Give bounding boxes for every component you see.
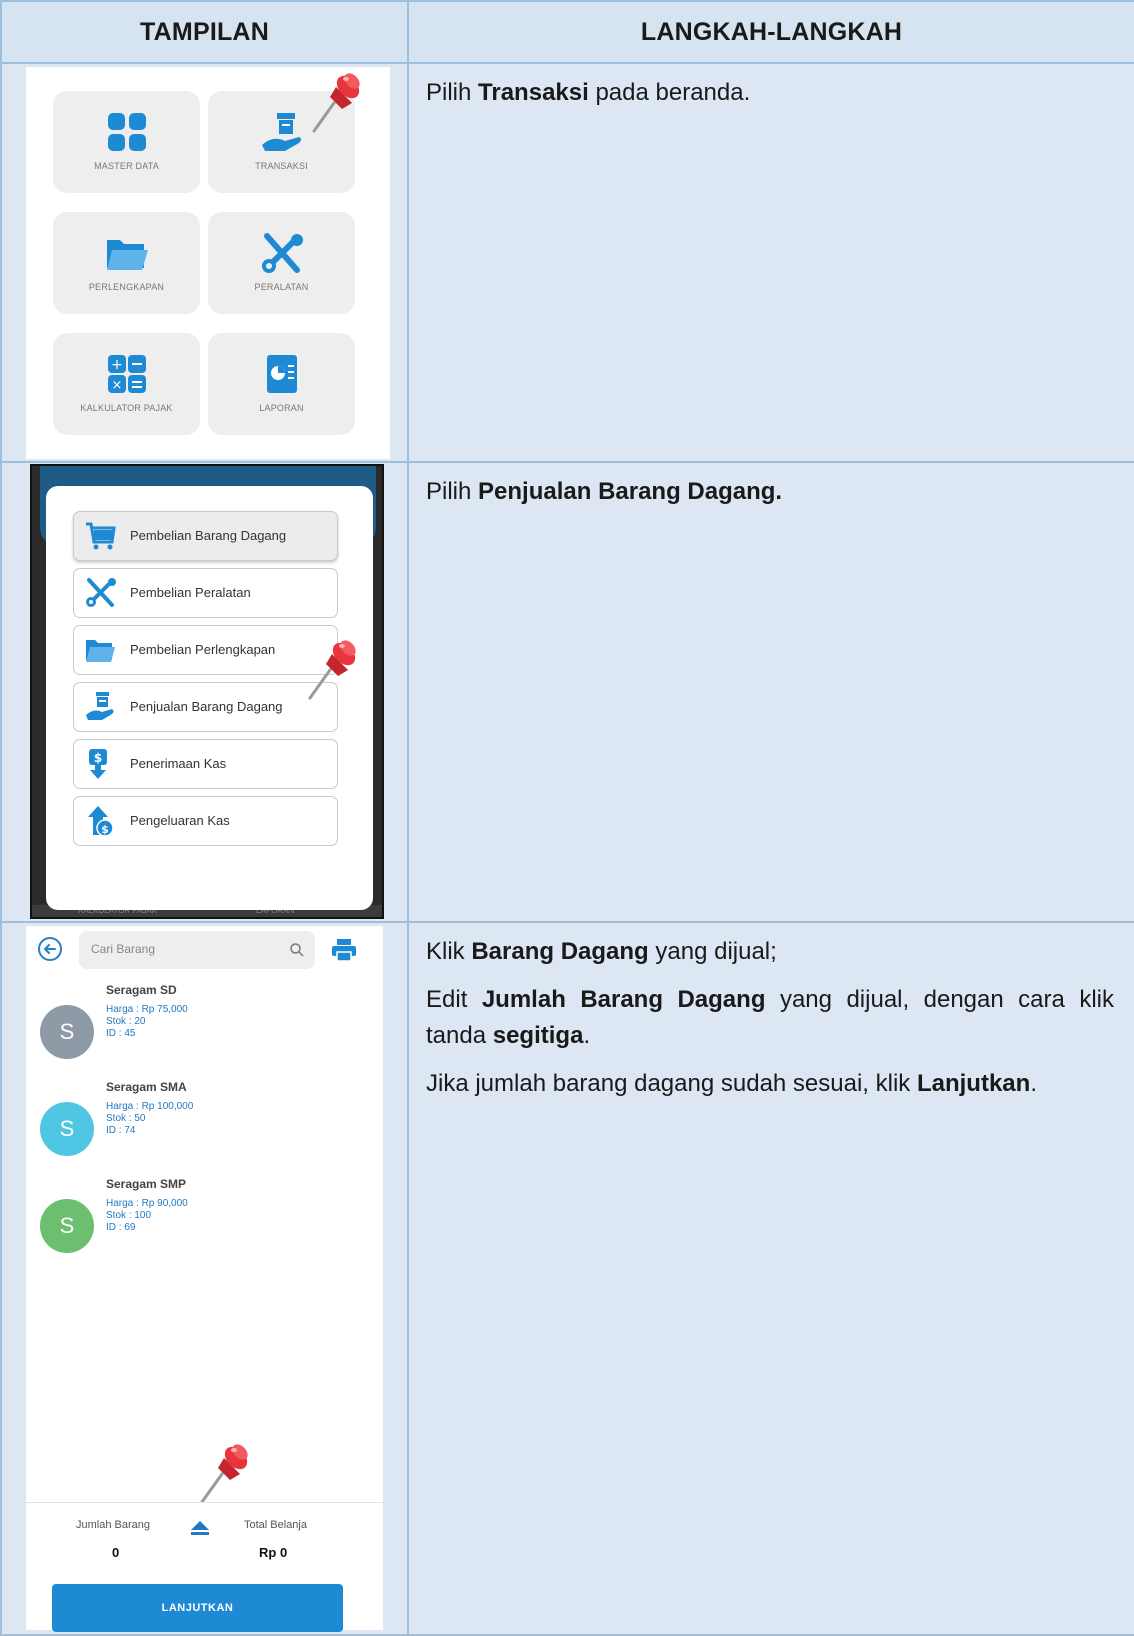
- product-stock: Stok : 20: [106, 1016, 146, 1027]
- jumlah-barang-label: Jumlah Barang: [76, 1519, 150, 1531]
- tile-perlengkapan[interactable]: PERLENGKAPAN: [53, 212, 200, 314]
- hand-box-icon: [261, 113, 301, 151]
- product-list-screenshot: Cari Barang S Seragam SD Harga : Rp 75,0…: [26, 926, 383, 1632]
- tile-master-data[interactable]: MASTER DATA: [53, 91, 200, 193]
- dialog-item-label: Pembelian Barang Dagang: [130, 528, 287, 543]
- pushpin-icon: [196, 1438, 254, 1506]
- dialog-item-pembelian-barang[interactable]: Pembelian Barang Dagang: [73, 511, 338, 561]
- row2-screenshot-cell: KALKULATOR PAJAK LAPORAN Pembelian Baran…: [0, 461, 409, 923]
- dialog-item-label: Penerimaan Kas: [130, 756, 227, 771]
- tools-icon: [261, 233, 303, 273]
- total-belanja-value: Rp 0: [259, 1545, 288, 1560]
- report-icon: [266, 355, 297, 393]
- header-langkah: LANGKAH-LANGKAH: [407, 0, 1134, 64]
- product-item[interactable]: S Seragam SD Harga : Rp 75,000 Stok : 20…: [40, 983, 360, 1073]
- row1-screenshot-cell: MASTER DATA TRANSAKSI PERLENGKAPAN PERAL…: [0, 62, 409, 463]
- row3-step-cell: Klik Barang Dagang yang dijual; Edit Jum…: [407, 921, 1134, 1636]
- tile-label: TRANSAKSI: [255, 161, 308, 171]
- cash-in-icon: $: [89, 749, 107, 779]
- pushpin-icon: [308, 67, 366, 135]
- product-id: ID : 74: [106, 1125, 136, 1136]
- step3-text-1: Klik Barang Dagang yang dijual;: [426, 938, 777, 965]
- step2-text: Pilih Penjualan Barang Dagang.: [426, 478, 783, 505]
- hand-box-icon: [86, 692, 114, 720]
- tile-label: KALKULATOR PAJAK: [80, 403, 173, 413]
- expand-triangle-icon[interactable]: [189, 1520, 211, 1536]
- dialog-screenshot: KALKULATOR PAJAK LAPORAN Pembelian Baran…: [30, 464, 384, 919]
- dialog-item-pembelian-perlengkapan[interactable]: Pembelian Perlengkapan: [73, 625, 338, 675]
- folder-icon: [86, 640, 115, 662]
- tile-label: PERALATAN: [254, 282, 309, 292]
- menu-screenshot: MASTER DATA TRANSAKSI PERLENGKAPAN PERAL…: [26, 67, 390, 459]
- dialog-item-label: Pengeluaran Kas: [130, 813, 230, 828]
- avatar: S: [40, 1199, 94, 1253]
- tile-label: MASTER DATA: [94, 161, 159, 171]
- product-name: Seragam SMA: [106, 1080, 187, 1094]
- product-price: Harga : Rp 90,000: [106, 1198, 188, 1209]
- steps-table: TAMPILAN LANGKAH-LANGKAH MASTER DATA TRA…: [0, 0, 1134, 1636]
- product-price: Harga : Rp 100,000: [106, 1101, 194, 1112]
- dialog-item-penerimaan-kas[interactable]: $ Penerimaan Kas: [73, 739, 338, 789]
- tile-label: PERLENGKAPAN: [88, 282, 165, 292]
- search-icon[interactable]: [289, 942, 305, 958]
- step1-text: Pilih Transaksi pada beranda.: [426, 79, 751, 106]
- svg-text:$: $: [101, 823, 109, 836]
- avatar: S: [40, 1102, 94, 1156]
- step3-text-2: Edit Jumlah Barang Dagang yang dijual, d…: [426, 986, 1114, 1049]
- product-id: ID : 69: [106, 1222, 136, 1233]
- dialog-item-label: Penjualan Barang Dagang: [130, 699, 283, 714]
- back-arrow-icon[interactable]: [38, 937, 62, 961]
- row1-step-cell: Pilih Transaksi pada beranda.: [407, 62, 1134, 463]
- jumlah-barang-value: 0: [112, 1545, 120, 1560]
- dialog-item-pembelian-peralatan[interactable]: Pembelian Peralatan: [73, 568, 338, 618]
- step3-text-3: Jika jumlah barang dagang sudah sesuai, …: [426, 1070, 1037, 1097]
- dialog-item-label: Pembelian Peralatan: [130, 585, 251, 600]
- svg-text:+: +: [111, 357, 123, 373]
- product-item[interactable]: S Seragam SMA Harga : Rp 100,000 Stok : …: [40, 1080, 360, 1170]
- total-belanja-label: Total Belanja: [244, 1519, 307, 1531]
- lanjutkan-button[interactable]: LANJUTKAN: [52, 1584, 343, 1632]
- cart-icon: [86, 522, 116, 550]
- tools-icon: [86, 578, 116, 607]
- row3-screenshot-cell: Cari Barang S Seragam SD Harga : Rp 75,0…: [0, 921, 409, 1636]
- header-tampilan: TAMPILAN: [0, 0, 409, 64]
- folder-icon: [106, 240, 148, 270]
- tile-laporan[interactable]: LAPORAN: [208, 333, 355, 435]
- tile-peralatan[interactable]: PERALATAN: [208, 212, 355, 314]
- product-price: Harga : Rp 75,000: [106, 1004, 188, 1015]
- search-placeholder: Cari Barang: [91, 942, 156, 956]
- svg-text:$: $: [94, 751, 102, 765]
- avatar: S: [40, 1005, 94, 1059]
- product-id: ID : 45: [106, 1028, 136, 1039]
- product-stock: Stok : 50: [106, 1113, 146, 1124]
- row2-step-cell: Pilih Penjualan Barang Dagang.: [407, 461, 1134, 923]
- product-item[interactable]: S Seragam SMP Harga : Rp 90,000 Stok : 1…: [40, 1177, 360, 1267]
- calculator-icon: + ×: [107, 355, 146, 393]
- printer-icon[interactable]: [331, 938, 357, 962]
- product-name: Seragam SMP: [106, 1177, 187, 1191]
- tile-kalkulator-pajak[interactable]: + × KALKULATOR PAJAK: [53, 333, 200, 435]
- search-input[interactable]: Cari Barang: [79, 931, 315, 969]
- dialog-item-pengeluaran-kas[interactable]: $ Pengeluaran Kas: [73, 796, 338, 846]
- pushpin-icon: [304, 634, 362, 702]
- dialog-item-label: Pembelian Perlengkapan: [130, 642, 276, 657]
- tile-label: LAPORAN: [259, 403, 304, 413]
- product-stock: Stok : 100: [106, 1210, 152, 1221]
- product-name: Seragam SD: [106, 983, 177, 997]
- svg-text:×: ×: [111, 378, 122, 393]
- cart-summary-footer: Jumlah Barang Total Belanja 0 Rp 0 LANJU…: [26, 1502, 383, 1632]
- grid-icon: [107, 113, 146, 151]
- cash-out-icon: $: [88, 806, 114, 837]
- dialog-item-penjualan-barang[interactable]: Penjualan Barang Dagang: [73, 682, 338, 732]
